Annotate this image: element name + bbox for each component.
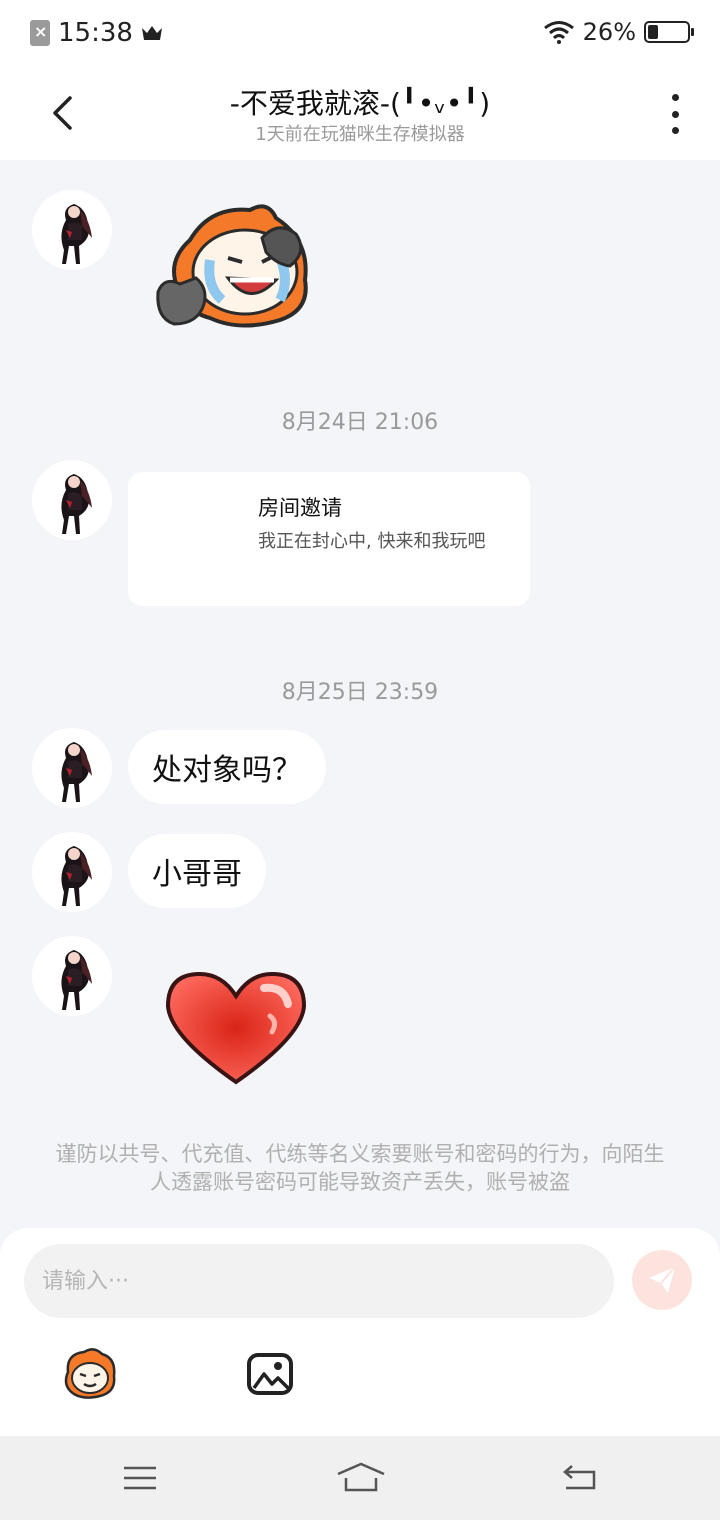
back-button[interactable] xyxy=(40,88,84,138)
back-nav-icon[interactable] xyxy=(560,1460,600,1496)
avatar[interactable] xyxy=(32,460,112,540)
avatar[interactable] xyxy=(32,936,112,1016)
security-warning: 谨防以共号、代充值、代练等名义索要账号和密码的行为，向陌生人透露账号密码可能导致… xyxy=(55,1142,665,1194)
message-bubble[interactable]: 小哥哥 xyxy=(128,834,266,908)
battery-fill xyxy=(648,25,658,39)
room-invite-card[interactable]: 房间邀请 我正在封心中, 快来和我玩吧 xyxy=(128,472,530,606)
send-button[interactable] xyxy=(632,1250,692,1310)
status-bar: 15:38 26% xyxy=(0,0,720,66)
system-nav-bar xyxy=(0,1436,720,1520)
chat-header: -不爱我就滚-(╹•ᵥ•╹) 1天前在玩猫咪生存模拟器 xyxy=(0,66,720,160)
crown-icon xyxy=(141,26,162,40)
emoji-face-icon xyxy=(64,1348,116,1399)
battery-percent: 26% xyxy=(582,18,636,46)
dot xyxy=(671,94,679,101)
image-icon xyxy=(247,1353,293,1395)
avatar-character-icon xyxy=(61,204,92,264)
avatar-character-icon xyxy=(61,950,92,1010)
wifi-icon xyxy=(543,21,574,44)
avatar-character-icon xyxy=(61,474,92,534)
emoji-sticker-button[interactable] xyxy=(60,1346,120,1400)
message-input[interactable] xyxy=(24,1244,614,1318)
invite-title: 房间邀请 xyxy=(258,496,342,520)
chat-subtitle: 1天前在玩猫咪生存模拟器 xyxy=(255,124,465,145)
timestamp: 8月24日 21:06 xyxy=(281,410,439,435)
dot xyxy=(671,127,679,134)
timestamp: 8月25日 23:59 xyxy=(281,680,439,705)
status-right: 26% xyxy=(543,18,694,46)
menu-icon[interactable] xyxy=(120,1460,160,1496)
message-bubble[interactable]: 处对象吗？ xyxy=(128,730,326,804)
invite-description: 我正在封心中, 快来和我玩吧 xyxy=(258,531,486,552)
dot xyxy=(671,110,679,118)
status-left: 15:38 xyxy=(30,18,163,48)
send-icon xyxy=(649,1266,676,1293)
input-panel xyxy=(0,1228,720,1436)
chevron-left-icon xyxy=(53,96,72,130)
avatar[interactable] xyxy=(32,190,112,270)
laughing-face-sticker[interactable] xyxy=(150,200,320,340)
status-time: 15:38 xyxy=(58,18,133,48)
sim-icon xyxy=(30,20,50,46)
home-icon[interactable] xyxy=(336,1460,386,1496)
more-options-button[interactable] xyxy=(660,94,690,134)
image-picker-button[interactable] xyxy=(246,1352,294,1396)
avatar-character-icon xyxy=(61,846,92,906)
battery-icon xyxy=(644,21,694,43)
heart-sticker[interactable] xyxy=(160,966,312,1090)
chat-title: -不爱我就滚-(╹•ᵥ•╹) xyxy=(229,87,491,120)
avatar-character-icon xyxy=(61,742,92,802)
avatar[interactable] xyxy=(32,832,112,912)
avatar[interactable] xyxy=(32,728,112,808)
